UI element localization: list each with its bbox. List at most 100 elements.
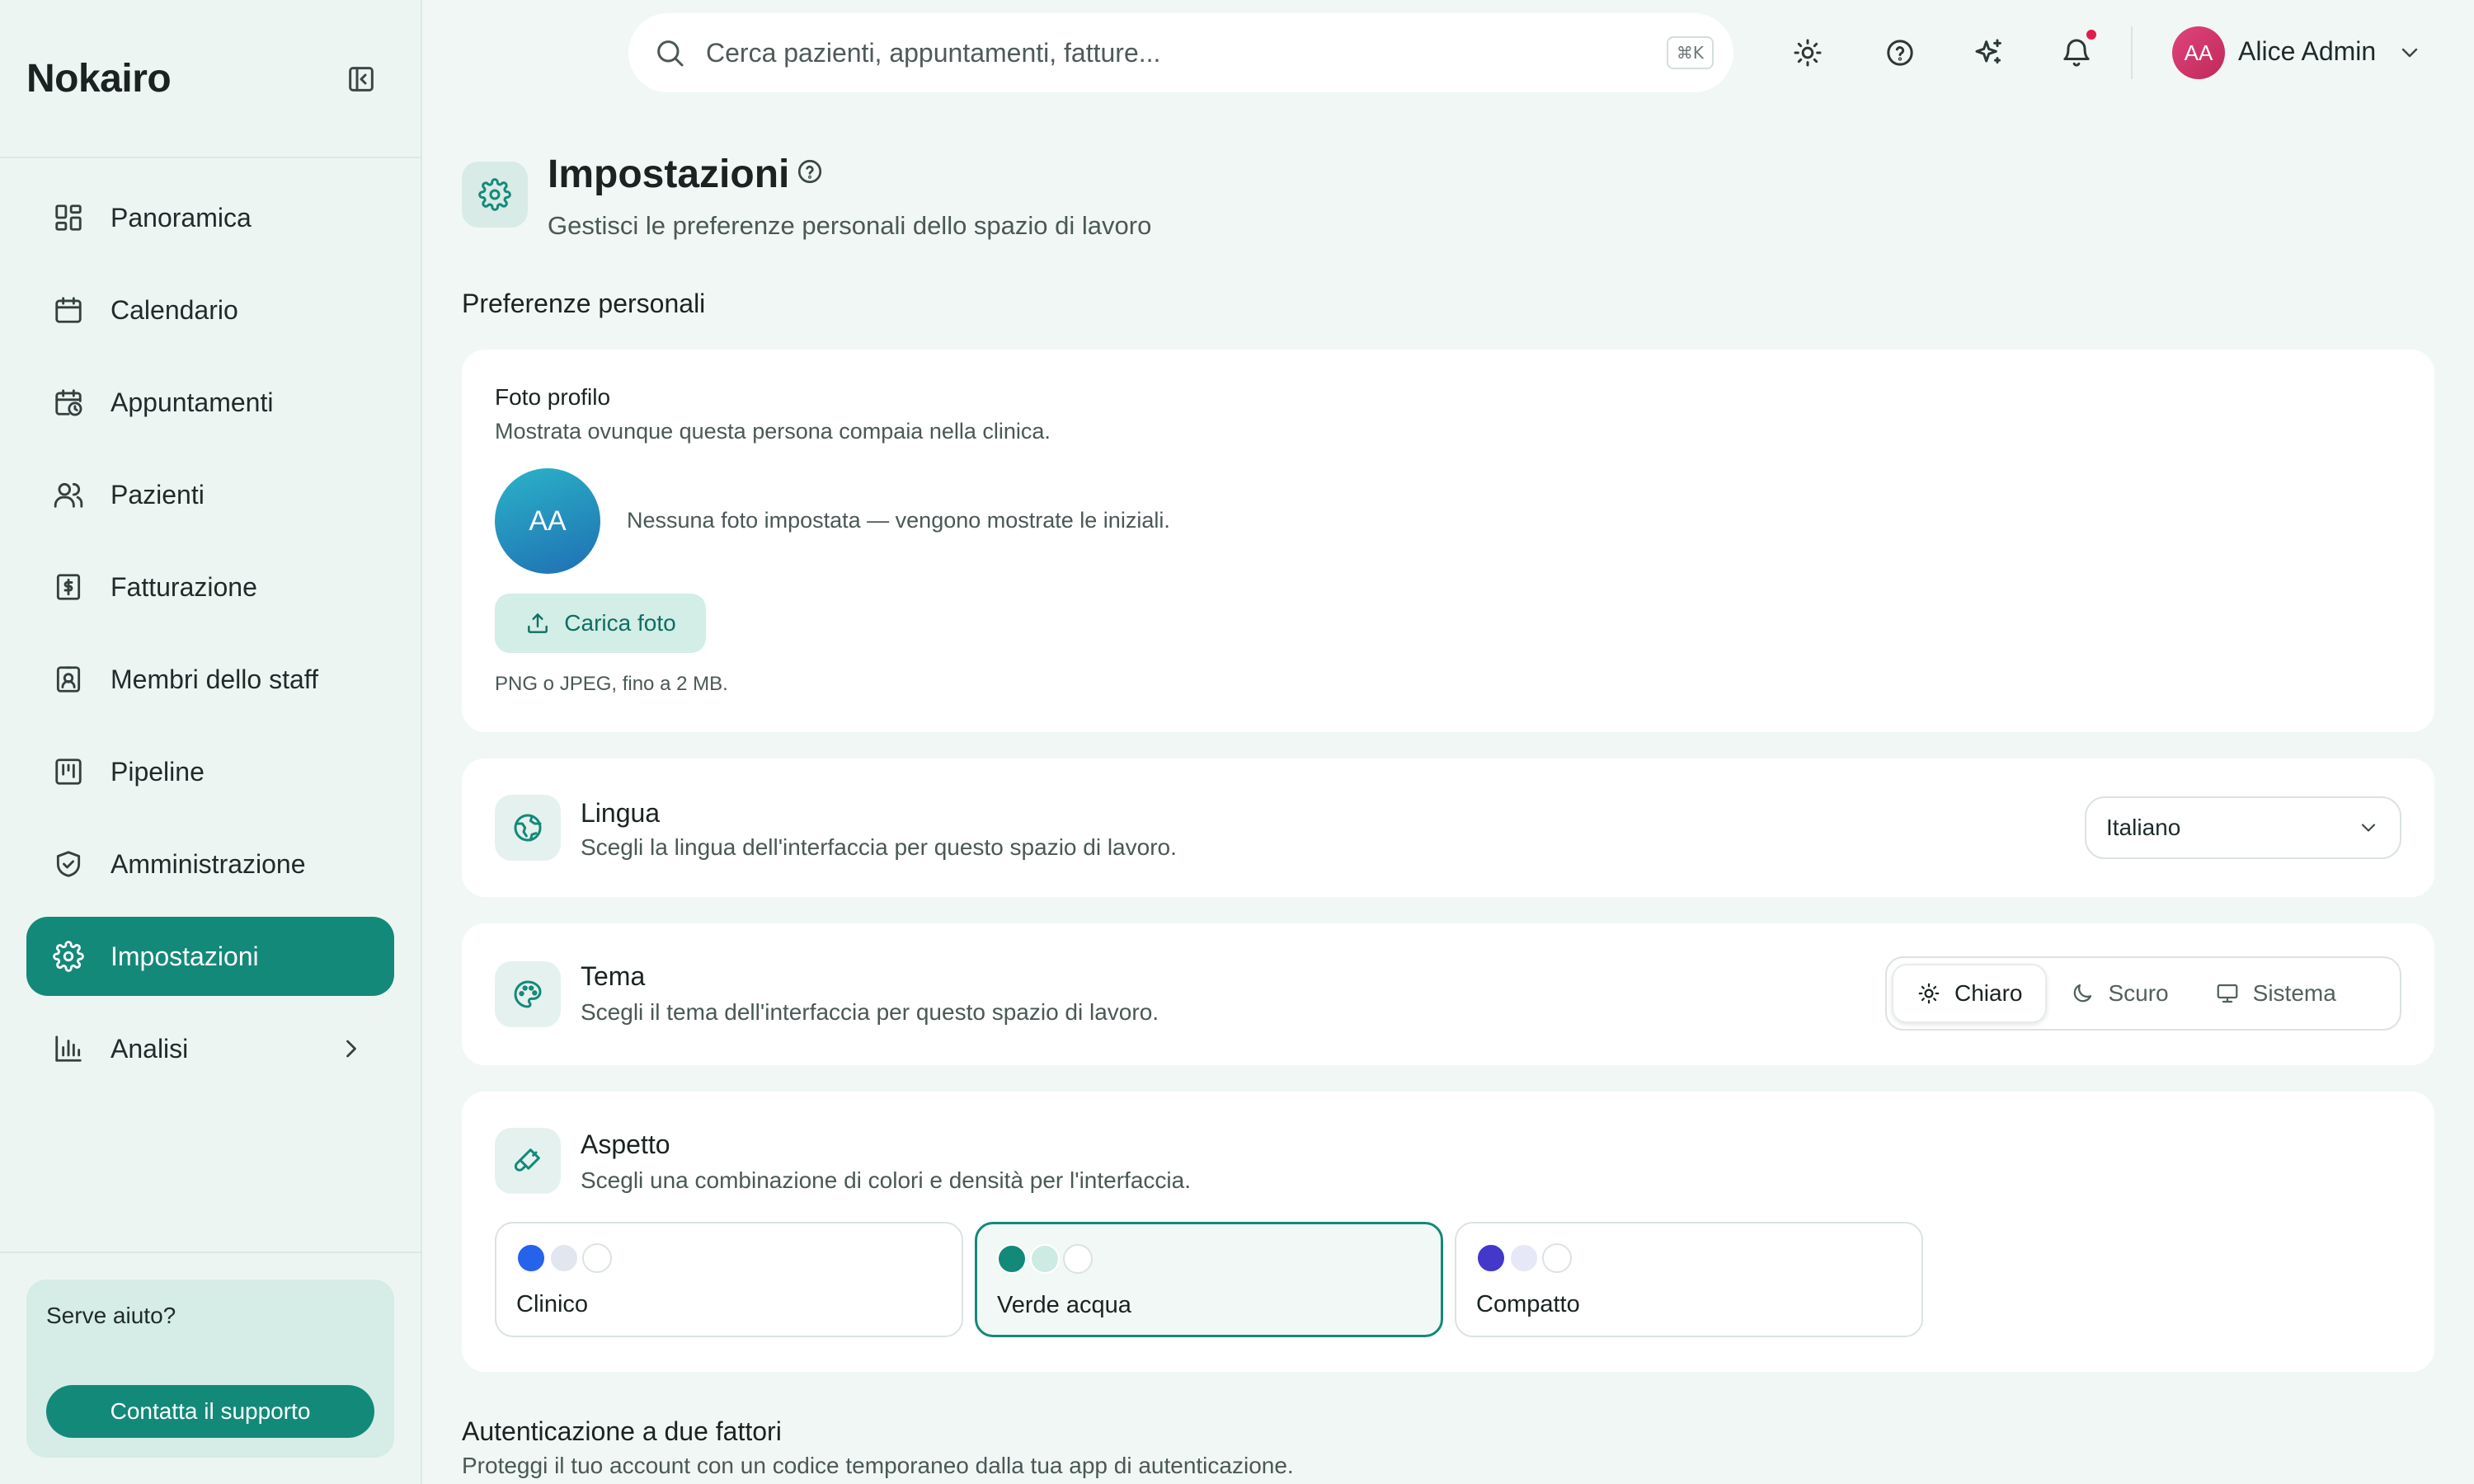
sidebar-item-label: Membri dello staff (111, 664, 318, 694)
sidebar-item-label: Calendario (111, 294, 238, 325)
swatch (1063, 1244, 1093, 1274)
topbar-divider (2131, 26, 2133, 79)
sun-icon[interactable] (1791, 36, 1824, 69)
sidebar-item-label: Amministrazione (111, 848, 306, 879)
appearance-option-label: Verde acqua (997, 1292, 1131, 1318)
sidebar-item-amministrazione[interactable]: Amministrazione (26, 824, 394, 904)
upload-hint: PNG o JPEG, fino a 2 MB. (495, 673, 728, 695)
twofa-description: Proteggi il tuo account con un codice te… (462, 1453, 1294, 1478)
id-badge-icon (53, 664, 84, 695)
section-title: Preferenze personali (462, 289, 706, 318)
help-circle-icon[interactable] (1884, 36, 1917, 69)
swatch (516, 1243, 546, 1273)
sidebar-item-membri-staff[interactable]: Membri dello staff (26, 640, 394, 719)
theme-option-sistema[interactable]: Sistema (2192, 964, 2359, 1023)
sidebar-item-appuntamenti[interactable]: Appuntamenti (26, 363, 394, 442)
theme-card: Tema Scegli il tema dell'interfaccia per… (462, 923, 2434, 1065)
sidebar-item-impostazioni[interactable]: Impostazioni (26, 917, 394, 996)
contact-support-button[interactable]: Contatta il supporto (46, 1385, 374, 1438)
kanban-icon (53, 756, 84, 787)
theme-option-scuro[interactable]: Scuro (2047, 964, 2191, 1023)
swatch (582, 1243, 612, 1273)
sidebar: Nokairo Panoramica Calendario Appuntamen… (0, 0, 422, 1484)
swatch (1476, 1243, 1506, 1273)
sidebar-nav: Panoramica Calendario Appuntamenti Pazie… (26, 178, 394, 1101)
app-logo: Nokairo (26, 57, 172, 101)
swatch (1542, 1243, 1572, 1273)
page-gear-icon (462, 162, 528, 228)
appearance-option-compatto[interactable]: Compatto (1455, 1222, 1923, 1337)
swatch (549, 1243, 579, 1273)
upload-photo-button[interactable]: Carica foto (495, 594, 706, 653)
calendar-icon (53, 294, 84, 326)
sidebar-item-pazienti[interactable]: Pazienti (26, 455, 394, 534)
appearance-option-clinico[interactable]: Clinico (495, 1222, 963, 1337)
sidebar-collapse-icon[interactable] (345, 63, 378, 96)
sidebar-item-label: Analisi (111, 1033, 189, 1064)
sidebar-item-label: Pazienti (111, 479, 205, 510)
dashboard-icon (53, 202, 84, 233)
sidebar-item-panoramica[interactable]: Panoramica (26, 178, 394, 257)
sidebar-divider (0, 1252, 422, 1253)
appearance-option-verde-acqua[interactable]: Verde acqua (975, 1222, 1443, 1337)
appearance-description: Scegli una combinazione di colori e dens… (581, 1167, 1191, 1193)
theme-description: Scegli il tema dell'interfaccia per ques… (581, 999, 1159, 1025)
swatch (1030, 1244, 1060, 1274)
upload-icon (524, 610, 551, 636)
palette-icon (495, 961, 561, 1027)
globe-icon (495, 795, 561, 861)
sidebar-item-calendario[interactable]: Calendario (26, 270, 394, 350)
users-icon (53, 479, 84, 510)
language-title: Lingua (581, 798, 661, 828)
appearance-option-label: Clinico (516, 1291, 589, 1317)
sidebar-item-analisi[interactable]: Analisi (26, 1009, 394, 1088)
moon-icon (2070, 981, 2095, 1006)
profile-photo-status: Nessuna foto impostata — vengono mostrat… (627, 508, 1170, 533)
chevron-right-icon (336, 1034, 366, 1064)
sidebar-item-label: Panoramica (111, 202, 252, 232)
sidebar-item-label: Fatturazione (111, 571, 257, 602)
language-select[interactable]: Italiano (2085, 796, 2401, 859)
user-avatar[interactable]: AA (2172, 26, 2225, 79)
profile-photo-label: Foto profilo (495, 384, 611, 410)
sun-icon (1917, 981, 1941, 1006)
sparkles-icon[interactable] (1973, 36, 2006, 69)
appearance-title: Aspetto (581, 1129, 670, 1159)
chevron-down-icon (2357, 816, 2380, 839)
upload-photo-label: Carica foto (564, 610, 676, 636)
swatch (997, 1244, 1027, 1274)
color-swatches (1476, 1243, 1575, 1273)
chevron-down-icon[interactable] (2396, 40, 2423, 66)
user-name[interactable]: Alice Admin (2238, 36, 2376, 67)
theme-option-chiaro[interactable]: Chiaro (1892, 964, 2048, 1023)
language-description: Scegli la lingua dell'interfaccia per qu… (581, 834, 1177, 860)
sidebar-item-pipeline[interactable]: Pipeline (26, 732, 394, 811)
language-selected-value: Italiano (2106, 815, 2181, 840)
swatch (1509, 1243, 1539, 1273)
help-box: Serve aiuto? Contatta il supporto (26, 1280, 394, 1458)
search-bar[interactable]: Cerca pazienti, appuntamenti, fatture...… (628, 13, 1733, 92)
brand-row: Nokairo (0, 0, 421, 158)
theme-option-label: Scuro (2108, 980, 2169, 1006)
search-icon (653, 36, 686, 69)
help-circle-icon[interactable] (795, 157, 825, 186)
gear-icon (53, 941, 84, 972)
sidebar-item-fatturazione[interactable]: Fatturazione (26, 547, 394, 627)
profile-photo-description: Mostrata ovunque questa persona compaia … (495, 419, 1051, 444)
twofa-title: Autenticazione a due fattori (462, 1416, 782, 1446)
bar-chart-icon (53, 1033, 84, 1064)
profile-avatar: AA (495, 468, 600, 574)
page-subtitle: Gestisci le preferenze personali dello s… (548, 211, 1152, 240)
profile-photo-card: Foto profilo Mostrata ovunque questa per… (462, 350, 2434, 732)
sidebar-item-label: Appuntamenti (111, 387, 274, 417)
paintbrush-icon (495, 1128, 561, 1194)
language-card: Lingua Scegli la lingua dell'interfaccia… (462, 758, 2434, 897)
bell-icon[interactable] (2060, 36, 2093, 69)
sidebar-item-label: Pipeline (111, 756, 205, 787)
shortcut-badge: ⌘K (1666, 36, 1714, 69)
theme-option-label: Sistema (2252, 980, 2336, 1006)
color-swatches (997, 1244, 1096, 1274)
search-input[interactable]: Cerca pazienti, appuntamenti, fatture... (706, 38, 1160, 68)
theme-title: Tema (581, 961, 646, 991)
calendar-clock-icon (53, 387, 84, 418)
